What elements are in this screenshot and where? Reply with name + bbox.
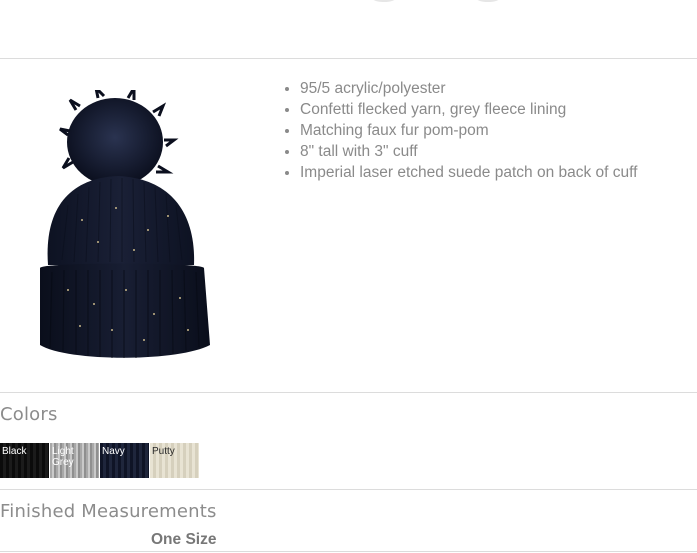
- feature-item: 8" tall with 3" cuff: [300, 141, 637, 162]
- swatch-label: Navy: [102, 446, 125, 457]
- swatch-label: Light Grey: [52, 446, 74, 468]
- divider: [0, 489, 697, 490]
- divider: [0, 58, 697, 59]
- feature-item: Matching faux fur pom-pom: [300, 120, 637, 141]
- product-page: 95/5 acrylic/polyester Confetti flecked …: [0, 0, 697, 553]
- feature-list: 95/5 acrylic/polyester Confetti flecked …: [284, 78, 637, 183]
- swatch-putty[interactable]: Putty: [150, 443, 199, 478]
- hat-cuff: [40, 263, 210, 358]
- feature-item: Confetti flecked yarn, grey fleece linin…: [300, 99, 637, 120]
- swatch-label: Putty: [152, 446, 175, 457]
- size-value: One Size: [151, 531, 217, 548]
- colors-heading: Colors: [0, 404, 58, 425]
- beanie-hat-image: [40, 90, 210, 358]
- divider: [0, 392, 697, 393]
- top-decoration: [476, 0, 500, 2]
- swatch-black[interactable]: Black: [0, 443, 49, 478]
- swatch-navy[interactable]: Navy: [100, 443, 149, 478]
- pom-pom: [59, 90, 179, 186]
- top-area: [0, 0, 697, 58]
- hat-body: [47, 176, 195, 265]
- swatch-light-grey[interactable]: Light Grey: [50, 443, 99, 478]
- swatch-label: Black: [2, 446, 27, 457]
- measurements-heading: Finished Measurements: [0, 501, 217, 522]
- color-swatches: Black Light Grey Navy Putty: [0, 443, 199, 478]
- top-decoration: [372, 0, 396, 2]
- feature-item: Imperial laser etched suede patch on bac…: [300, 162, 637, 183]
- feature-item: 95/5 acrylic/polyester: [300, 78, 637, 99]
- divider: [0, 551, 697, 552]
